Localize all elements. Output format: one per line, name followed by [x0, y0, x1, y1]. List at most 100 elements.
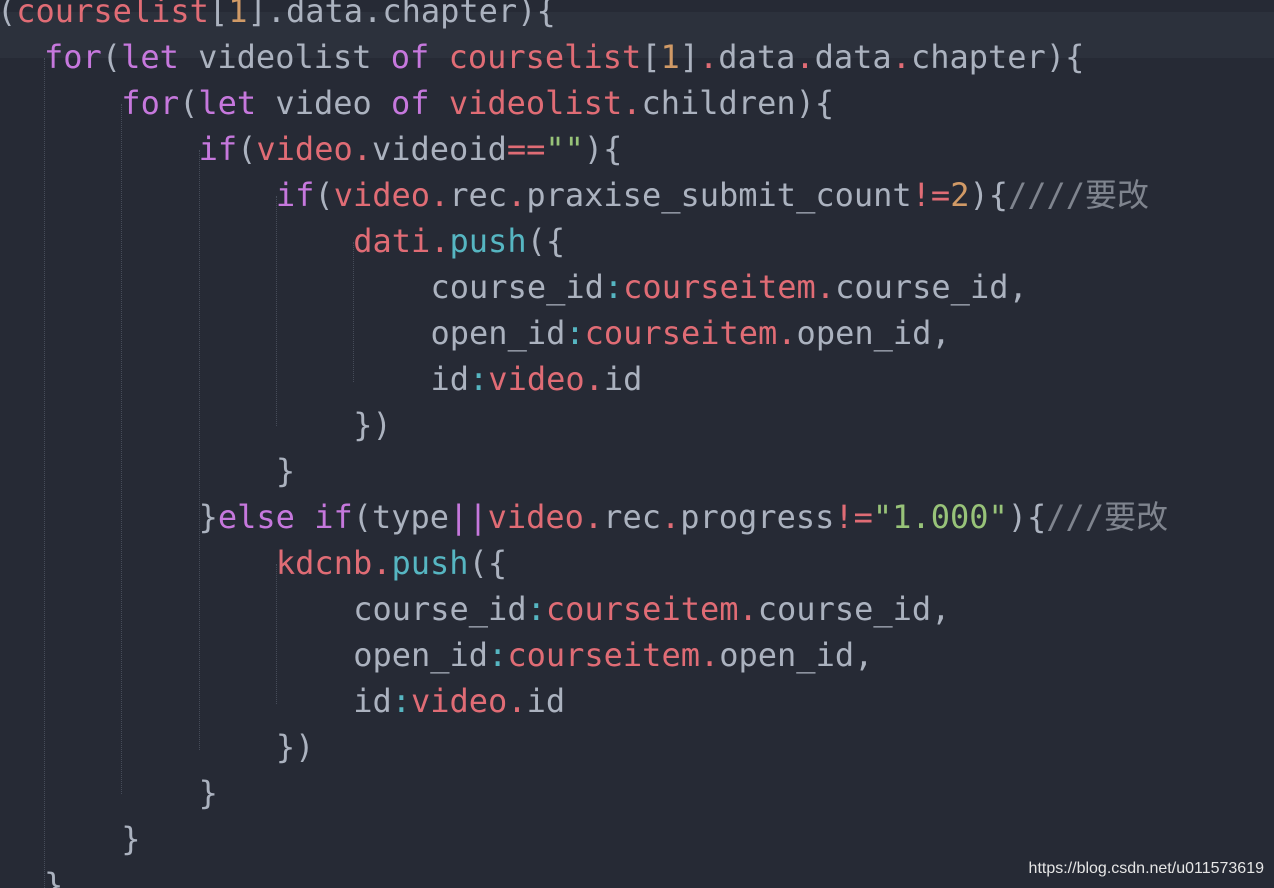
code-token-keyword: if [314, 498, 353, 536]
code-token-plain: ( [237, 130, 257, 168]
code-line[interactable]: } [44, 862, 63, 888]
code-line[interactable]: kdcnb.push({ [276, 540, 507, 586]
code-token-plain: open_id [430, 314, 566, 352]
code-token-plain: id [603, 360, 643, 398]
code-token-plain: course_id [353, 590, 527, 628]
code-token-plain: course_id, [835, 268, 1028, 306]
code-token-plain: id [526, 682, 566, 720]
code-token-variable: . [891, 38, 911, 76]
code-token-string: "" [545, 130, 584, 168]
code-token-variable: . [372, 544, 392, 582]
code-token-plain: progress [680, 498, 835, 536]
code-token-variable: kdcnb [275, 544, 373, 582]
code-token-plain: data [285, 0, 364, 30]
code-token-plain: open_id, [796, 314, 951, 352]
code-token-variable: . [815, 268, 836, 306]
code-line[interactable]: }) [353, 402, 392, 448]
code-token-variable: != [834, 498, 873, 536]
code-token-plain: (type [352, 498, 450, 536]
code-token-variable: . [738, 590, 758, 628]
code-token-plain: open_id [353, 636, 489, 674]
code-line[interactable]: } [199, 770, 218, 816]
code-line[interactable]: id:video.id [353, 678, 565, 724]
code-token-variable: . [584, 360, 604, 398]
code-token-number: 2 [950, 176, 970, 214]
code-token-variable: courselist [448, 38, 642, 76]
code-line[interactable]: open_id:courseitem.open_id, [353, 632, 873, 678]
code-token-plain: ]. [247, 0, 286, 30]
code-token-variable: dati [353, 222, 431, 260]
code-token-variable: courseitem [507, 636, 700, 674]
code-token-function: push [449, 222, 527, 260]
code-line[interactable]: course_id:courseitem.course_id, [431, 264, 1028, 310]
code-token-variable: video [488, 360, 585, 398]
code-token-variable: video [410, 682, 508, 720]
code-token-plain: } [44, 866, 64, 888]
code-token-number: 1 [660, 38, 680, 76]
code-token-plain: chapter [382, 0, 518, 30]
code-token-keyword: of [391, 84, 430, 122]
code-token-plain: } [198, 774, 218, 812]
code-token-plain: . [363, 0, 383, 30]
code-token-variable: . [507, 682, 527, 720]
code-token-plain: ){ [969, 176, 1008, 214]
code-token-variable: . [699, 38, 719, 76]
code-token-variable: . [622, 84, 642, 122]
code-token-plain: }) [353, 406, 392, 444]
code-token-plain: ){ [1007, 498, 1047, 536]
code-token-plain: chapter){ [910, 38, 1085, 76]
code-line[interactable]: open_id:courseitem.open_id, [431, 310, 951, 356]
code-line[interactable]: id:video.id [431, 356, 643, 402]
indent-guide [121, 104, 122, 794]
code-token-plain: praxise_submit_count [526, 176, 912, 214]
code-line[interactable]: dati.push({ [353, 218, 565, 264]
code-token-variable: video [333, 176, 431, 214]
code-token-variable: . [660, 498, 681, 536]
watermark: https://blog.csdn.net/u011573619 [1028, 860, 1264, 877]
code-token-variable: . [430, 176, 450, 214]
code-line[interactable]: (courselist[1].data.chapter){ [0, 0, 556, 34]
code-token-keyword: || [449, 498, 488, 536]
code-token-keyword: if [275, 176, 315, 214]
code-token-variable: courseitem [545, 590, 739, 628]
code-token-variable: != [911, 176, 951, 214]
code-token-plain: ){ [583, 130, 623, 168]
code-token-number: 1 [228, 0, 248, 30]
code-line[interactable]: }) [276, 724, 315, 770]
code-line[interactable]: } [121, 816, 140, 862]
code-token-variable: videolist [448, 84, 623, 122]
code-token-keyword: for [121, 84, 180, 122]
code-token-variable: . [352, 130, 372, 168]
code-token-keyword: if [198, 130, 238, 168]
code-token-plain: } [121, 820, 141, 858]
code-line[interactable]: } [276, 448, 295, 494]
code-token-variable: . [583, 498, 604, 536]
code-token-plain: }) [275, 728, 315, 766]
code-token-variable: . [699, 636, 720, 674]
code-line[interactable]: for(let video of videolist.children){ [121, 80, 834, 126]
code-line[interactable]: if(video.videoid==""){ [199, 126, 623, 172]
indent-guide [199, 150, 200, 750]
code-token-keyword: for [44, 38, 102, 76]
code-token-plain: videolist [178, 38, 391, 76]
code-line[interactable]: if(video.rec.praxise_submit_count!=2){//… [276, 172, 1149, 218]
code-token-keyword: of [390, 38, 430, 76]
code-token-variable: video [256, 130, 353, 168]
code-token-plain: ({ [468, 544, 508, 582]
code-token-function: : [526, 590, 546, 628]
code-line[interactable]: }else if(type||video.rec.progress!="1.00… [199, 494, 1169, 540]
code-token-variable: courselist [16, 0, 209, 30]
code-token-plain: rec [449, 176, 508, 214]
code-editor[interactable]: (courselist[1].data.chapter){for(let vid… [0, 0, 1274, 888]
code-token-plain: [ [641, 38, 661, 76]
code-token-plain: video [256, 84, 392, 122]
code-token-function: : [469, 360, 489, 398]
code-token-comment: ///要改 [1046, 498, 1169, 536]
code-token-variable: courseitem [623, 268, 816, 306]
code-line[interactable]: course_id:courseitem.course_id, [353, 586, 950, 632]
code-token-plain: ){ [517, 0, 556, 30]
code-line[interactable]: for(let videolist of courselist[1].data.… [44, 34, 1084, 80]
code-token-plain: open_id, [719, 636, 874, 674]
code-token-plain: [ [208, 0, 229, 30]
